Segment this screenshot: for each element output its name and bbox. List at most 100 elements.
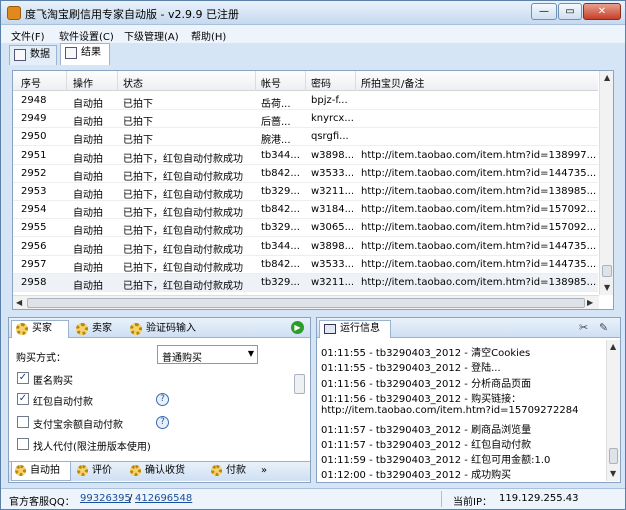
table-vertical-scrollbar[interactable]: ▲ ▼ — [599, 71, 613, 295]
more-tabs-button[interactable]: » — [258, 462, 278, 481]
minimize-button[interactable]: — — [531, 3, 557, 20]
alipay-balance-checkbox[interactable] — [17, 416, 29, 428]
redpacket-autopay-checkbox[interactable]: ✓ — [17, 393, 29, 405]
anonymous-label: 匿名购买 — [33, 376, 73, 387]
log-scrollbar[interactable]: ▲ ▼ — [606, 340, 620, 481]
menu-file[interactable]: 文件(F) — [11, 28, 45, 43]
tab-captcha-input[interactable]: 验证码输入 — [125, 320, 209, 338]
gear-icon — [130, 465, 141, 476]
current-ip-label: 当前IP： — [453, 497, 492, 508]
start-icon[interactable]: ▶ — [291, 321, 304, 334]
table-row[interactable]: 2954 自动拍 已拍下，红包自动付款成功 tb842... w3184... http:… — [13, 201, 598, 220]
log-line: 01:11:56 - tb3290403_2012 - 分析商品页面 — [321, 378, 532, 390]
col-password[interactable]: 密码 — [311, 75, 331, 90]
cell-action: 自动拍 — [73, 281, 103, 292]
cell-index: 2952 — [21, 167, 47, 179]
scroll-up-icon[interactable]: ▲ — [610, 342, 616, 351]
tab-results[interactable]: 结果 — [60, 43, 110, 65]
table-row[interactable]: 2948 自动拍 已拍下 岳荷... bpjz-f... — [13, 92, 598, 110]
cell-item-note: http://item.taobao.com/item.htm?id=13898… — [361, 186, 597, 197]
app-window: 度飞淘宝刷信用专家自动版 - v2.9.9 已注册 — ▭ ✕ 文件(F) 软件… — [0, 0, 626, 510]
log-line: http://item.taobao.com/item.htm?id=15709… — [321, 405, 579, 417]
chevron-down-icon: ▼ — [247, 349, 254, 358]
current-ip-value: 119.129.255.43 — [499, 493, 579, 504]
monitor-icon — [324, 324, 336, 334]
col-status[interactable]: 状态 — [123, 75, 143, 90]
scroll-thumb[interactable] — [27, 298, 585, 308]
gear-icon — [77, 465, 88, 476]
cell-item-note: http://item.taobao.com/item.htm?id=14473… — [361, 240, 597, 252]
cell-status: 已拍下 — [123, 117, 153, 129]
scroll-up-icon[interactable]: ▲ — [604, 73, 610, 82]
menu-sub-management[interactable]: 下级管理(A) — [124, 28, 179, 43]
help-icon[interactable]: ? — [156, 416, 169, 429]
table-row[interactable]: 2949 自动拍 已拍下 后蔷... knyrcx... — [13, 110, 598, 129]
cell-account: tb329... — [261, 277, 300, 288]
col-index[interactable]: 序号 — [21, 75, 41, 90]
col-item-note[interactable]: 所拍宝贝/备注 — [361, 75, 424, 90]
cell-status: 已拍下，红包自动付款成功 — [123, 281, 243, 292]
run-log-tab[interactable]: 运行信息 — [319, 320, 391, 338]
scroll-left-icon[interactable]: ◀ — [16, 298, 22, 307]
support-qq-link-1[interactable]: 99326395 — [80, 493, 131, 504]
tab-buyer[interactable]: 买家 — [11, 320, 69, 338]
log-line: 01:11:57 - tb3290403_2012 - 刷商品浏览量 — [321, 424, 532, 436]
clear-log-icon[interactable]: ✂ — [579, 321, 588, 334]
anonymous-checkbox[interactable]: ✓ — [17, 372, 29, 384]
cell-account: tb344... — [261, 149, 300, 161]
scroll-down-icon[interactable]: ▼ — [610, 469, 616, 478]
table-row[interactable]: 2956 自动拍 已拍下，红包自动付款成功 tb344... w3898... http:… — [13, 238, 598, 256]
col-action[interactable]: 操作 — [73, 75, 93, 90]
cell-index: 2948 — [21, 95, 47, 106]
log-line: 01:11:59 - tb3290403_2012 - 红包可用金额:1.0 — [321, 455, 551, 467]
proxy-pay-checkbox[interactable] — [17, 438, 29, 450]
cell-status: 已拍下，红包自动付款成功 — [123, 171, 243, 183]
col-account[interactable]: 帐号 — [261, 75, 281, 90]
table-row[interactable]: 2955 自动拍 已拍下，红包自动付款成功 tb329... w3065... http:… — [13, 219, 598, 238]
support-qq-link-2[interactable]: 412696548 — [135, 493, 192, 504]
scroll-down-icon[interactable]: ▼ — [604, 283, 610, 292]
cell-account: tb344... — [261, 240, 300, 252]
menu-settings[interactable]: 软件设置(C) — [59, 28, 114, 43]
scroll-thumb[interactable] — [609, 448, 618, 464]
close-button[interactable]: ✕ — [583, 3, 621, 20]
tab-payment[interactable]: 付款 — [208, 462, 256, 481]
scroll-thumb[interactable] — [602, 265, 612, 277]
main-tabs: 数据 结果 — [1, 43, 625, 65]
restore-button[interactable]: ▭ — [558, 3, 582, 20]
cell-account: tb842... — [261, 167, 300, 179]
app-icon — [7, 6, 21, 20]
cell-index: 2949 — [21, 113, 47, 125]
table-row[interactable]: 2952 自动拍 已拍下，红包自动付款成功 tb842... w3533... http:… — [13, 165, 598, 183]
gear-icon — [16, 323, 28, 335]
cell-account: tb842... — [261, 204, 300, 216]
log-line: 01:11:56 - tb3290403_2012 - 购买链接： — [321, 393, 522, 405]
table-row[interactable]: 2957 自动拍 已拍下，红包自动付款成功 tb842... w3533... http:… — [13, 256, 598, 274]
menu-help[interactable]: 帮助(H) — [191, 28, 226, 43]
eraser-icon[interactable]: ✎ — [599, 321, 608, 334]
table-row[interactable]: 2951 自动拍 已拍下，红包自动付款成功 tb344... w3898... http:… — [13, 147, 598, 165]
table-row[interactable]: 2950 自动拍 已拍下 腕港... qsrgfi... — [13, 128, 598, 147]
tab-auto-buy[interactable]: 自动拍 — [11, 462, 71, 481]
cell-status: 已拍下，红包自动付款成功 — [123, 190, 243, 201]
window-title: 度飞淘宝刷信用专家自动版 - v2.9.9 已注册 — [25, 8, 239, 21]
gear-icon — [130, 323, 142, 335]
table-horizontal-scrollbar[interactable]: ◀ ▶ — [13, 295, 599, 309]
buy-method-select[interactable]: 普通购买 ▼ — [157, 345, 258, 364]
cell-account: tb329... — [261, 222, 300, 234]
table-row[interactable]: 2958 自动拍 已拍下，红包自动付款成功 tb329... w3211... http:… — [13, 274, 598, 292]
tab-confirm-receipt[interactable]: 确认收货 — [127, 462, 205, 481]
help-icon[interactable]: ? — [156, 393, 169, 406]
tab-review[interactable]: 评价 — [74, 462, 124, 481]
tab-seller[interactable]: 卖家 — [71, 320, 123, 338]
qq-separator: / — [129, 493, 133, 504]
table-row[interactable]: 2953 自动拍 已拍下，红包自动付款成功 tb329... w3211... http:… — [13, 183, 598, 201]
cell-password: w3898... — [311, 240, 353, 252]
cell-item-note: http://item.taobao.com/item.htm?id=14473… — [361, 258, 597, 270]
settings-panel: 买家 卖家 验证码输入 ▶ 购买方式： 普通购买 ▼ ✓ 匿名购买 ✓ 红包自动… — [8, 317, 311, 483]
cell-index: 2951 — [21, 149, 47, 161]
scroll-right-icon[interactable]: ▶ — [587, 298, 593, 307]
tab-data[interactable]: 数据 — [9, 45, 57, 65]
options-scroll-thumb[interactable] — [294, 374, 305, 394]
cell-password: bpjz-f... — [311, 95, 348, 106]
